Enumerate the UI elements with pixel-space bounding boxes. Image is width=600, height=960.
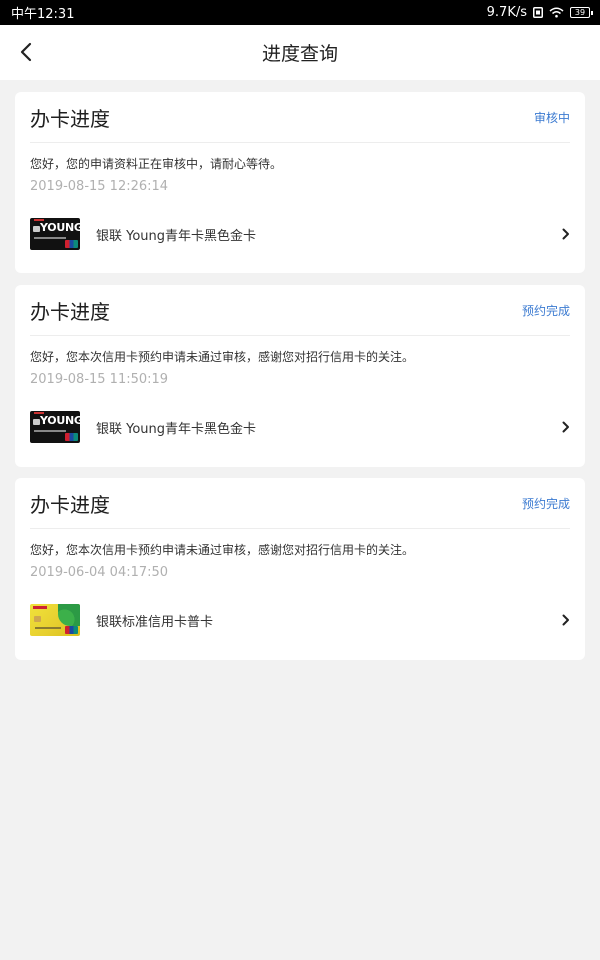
status-time: 中午12:31 [11,7,75,22]
card-header: 办卡进度 审核中 [30,92,570,143]
card-header: 办卡进度 预约完成 [30,285,570,336]
card-product-row[interactable]: YOUNG 银联 Young青年卡黑色金卡 [30,411,573,443]
back-arrow-icon [19,42,33,62]
card-title: 办卡进度 [30,492,110,517]
card-title: 办卡进度 [30,299,110,324]
card-image-text: YOUNG [40,414,80,427]
card-product-row[interactable]: YOUNG 银联 Young青年卡黑色金卡 [30,218,573,250]
nav-bar: 进度查询 [0,25,600,80]
card-product-name: 银联 Young青年卡黑色金卡 [96,421,257,437]
status-bar: 中午12:31 9.7K/s 39 [0,0,600,25]
card-message: 您好，您的申请资料正在审核中，请耐心等待。 [30,157,283,171]
progress-card: 办卡进度 审核中 您好，您的申请资料正在审核中，请耐心等待。 2019-08-1… [15,92,585,273]
credit-card-image [30,604,80,636]
chevron-right-icon [559,613,573,627]
card-message: 您好，您本次信用卡预约申请未通过审核，感谢您对招行信用卡的关注。 [30,350,415,364]
sim-icon [533,7,543,18]
card-timestamp: 2019-08-15 11:50:19 [30,372,169,387]
chevron-right-icon [559,420,573,434]
card-timestamp: 2019-06-04 04:17:50 [30,565,169,580]
progress-card: 办卡进度 预约完成 您好，您本次信用卡预约申请未通过审核，感谢您对招行信用卡的关… [15,478,585,660]
credit-card-image: YOUNG [30,411,80,443]
card-title: 办卡进度 [30,106,110,131]
card-product-row[interactable]: 银联标准信用卡普卡 [30,604,573,636]
card-product-name: 银联 Young青年卡黑色金卡 [96,228,257,244]
page-title: 进度查询 [261,43,338,65]
battery-level: 39 [574,7,586,17]
chevron-right-icon [559,227,573,241]
card-timestamp: 2019-08-15 12:26:14 [30,179,169,194]
credit-card-image: YOUNG [30,218,80,250]
network-speed: 9.7K/s [486,5,527,20]
back-button[interactable] [12,38,40,66]
status-badge: 预约完成 [521,303,570,318]
card-header: 办卡进度 预约完成 [30,478,570,529]
progress-card: 办卡进度 预约完成 您好，您本次信用卡预约申请未通过审核，感谢您对招行信用卡的关… [15,285,585,467]
status-badge: 审核中 [533,110,570,125]
status-right: 9.7K/s 39 [486,5,593,20]
battery-icon: 39 [570,7,593,18]
card-message: 您好，您本次信用卡预约申请未通过审核，感谢您对招行信用卡的关注。 [30,543,415,557]
card-product-name: 银联标准信用卡普卡 [96,614,214,630]
card-image-text: YOUNG [40,221,80,234]
status-badge: 预约完成 [521,496,570,511]
wifi-icon [549,7,564,18]
